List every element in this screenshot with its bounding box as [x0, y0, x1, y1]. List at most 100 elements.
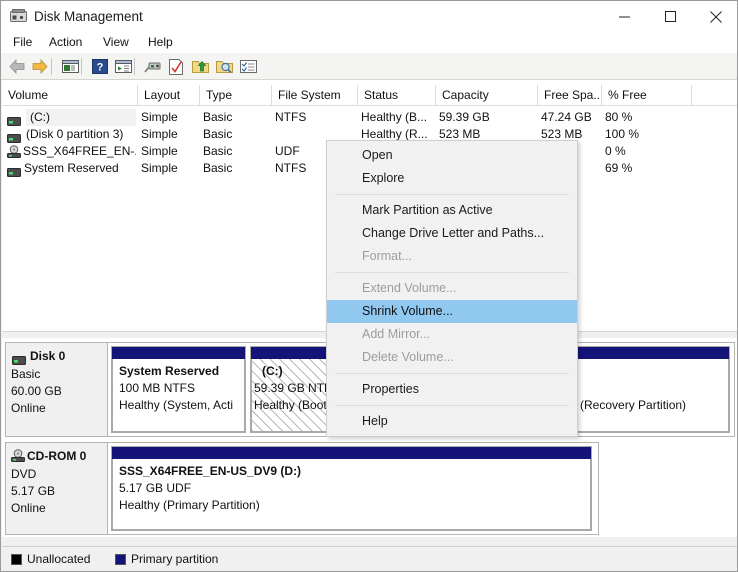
column-header-spacer[interactable]: [692, 85, 737, 105]
partition-status: Healthy (Primary Partition): [119, 498, 260, 512]
legend-bar: Unallocated Primary partition: [2, 546, 737, 571]
help-icon[interactable]: ?: [89, 56, 111, 77]
menu-item-mark-partition-as-active[interactable]: Mark Partition as Active: [327, 199, 577, 222]
menu-item-explore[interactable]: Explore: [327, 167, 577, 190]
disk-info-disk-0[interactable]: Disk 0 Basic 60.00 GB Online: [5, 342, 108, 437]
disk-info-cdrom-0[interactable]: CD-ROM 0 DVD 5.17 GB Online: [5, 442, 108, 535]
disk-type: Basic: [11, 367, 41, 381]
cdrom-icon: [11, 449, 25, 462]
partition-system-reserved[interactable]: System Reserved 100 MB NTFS Healthy (Sys…: [111, 346, 246, 433]
toolbar: ?: [1, 53, 737, 80]
column-header-type[interactable]: Type: [200, 85, 272, 105]
partition-dvd-drive[interactable]: SSS_X64FREE_EN-US_DV9 (D:) 5.17 GB UDF H…: [111, 446, 592, 531]
disk-icon: [12, 352, 26, 365]
menu-action[interactable]: Action: [43, 34, 88, 51]
menu-item-delete-volume: Delete Volume...: [362, 350, 454, 364]
column-header-volume[interactable]: Volume: [2, 85, 138, 105]
disk-type: DVD: [11, 467, 37, 481]
menu-item-change-drive-letter[interactable]: Change Drive Letter and Paths...: [327, 222, 577, 245]
forward-arrow-icon[interactable]: [29, 56, 51, 77]
export-list-icon[interactable]: [189, 56, 211, 77]
disk-size: 5.17 GB: [11, 484, 56, 498]
column-header-file-system[interactable]: File System: [272, 85, 358, 105]
cell-type: Basic: [203, 144, 233, 158]
column-header-free-space[interactable]: Free Spa...: [538, 85, 602, 105]
cdrom-0-partitions: SSS_X64FREE_EN-US_DV9 (D:) 5.17 GB UDF H…: [108, 442, 599, 535]
menu-item-format: Format...: [362, 249, 413, 263]
window-title: Disk Management: [34, 9, 143, 24]
disk-status: Online: [11, 501, 46, 515]
partition-body: MB lthy (Recovery Partition): [555, 359, 729, 432]
disk-status: Online: [11, 401, 46, 415]
cell-capacity: 59.39 GB: [439, 110, 490, 124]
partition-recovery[interactable]: MB lthy (Recovery Partition): [554, 346, 730, 433]
menu-separator: [335, 373, 569, 374]
disk-name: Disk 0: [30, 349, 66, 363]
close-button[interactable]: [693, 1, 737, 32]
partition-name: (C:): [262, 364, 283, 378]
column-header-capacity[interactable]: Capacity: [436, 85, 538, 105]
cell-type: Basic: [203, 127, 233, 141]
column-header-layout[interactable]: Layout: [138, 85, 200, 105]
show-task-pad-icon[interactable]: [237, 56, 259, 77]
partition-status: Healthy (System, Acti: [119, 398, 234, 412]
properties-icon[interactable]: [165, 56, 187, 77]
show-hide-console-tree-icon[interactable]: [112, 56, 134, 77]
table-row[interactable]: (C:) Simple Basic NTFS Healthy (B... 59.…: [2, 109, 737, 126]
cell-layout: Simple: [141, 110, 178, 124]
partition-body: SSS_X64FREE_EN-US_DV9 (D:) 5.17 GB UDF H…: [112, 459, 591, 530]
cdrom-icon: [7, 145, 21, 158]
menu-separator: [335, 194, 569, 195]
menu-item-add-mirror: Add Mirror...: [362, 327, 431, 341]
menu-view[interactable]: View: [97, 34, 135, 51]
disk-management-icon: [10, 9, 27, 24]
menu-item-extend-volume: Extend Volume...: [362, 281, 457, 295]
partition-color-bar: [555, 347, 729, 359]
menu-file[interactable]: File: [7, 34, 38, 51]
volume-icon: [7, 130, 21, 143]
legend-swatch-unallocated: [11, 554, 22, 565]
toolbar-separator: [134, 58, 135, 75]
disk-name: CD-ROM 0: [27, 449, 87, 463]
legend-swatch-primary-partition: [115, 554, 126, 565]
menu-separator: [335, 405, 569, 406]
partition-name: System Reserved: [119, 364, 220, 378]
rescan-disks-icon[interactable]: [142, 56, 164, 77]
cell-percent-free: 80 %: [605, 110, 633, 124]
maximize-button[interactable]: [647, 1, 693, 32]
cell-status: Healthy (B...: [361, 110, 428, 124]
legend-label-primary-partition: Primary partition: [131, 552, 219, 566]
menu-item-help[interactable]: Help: [327, 410, 577, 433]
partition-size-fs: 5.17 GB UDF: [119, 481, 192, 495]
cell-layout: Simple: [141, 127, 178, 141]
context-menu: Open Explore Mark Partition as Active Ch…: [326, 140, 578, 437]
cell-free-space: 47.24 GB: [541, 110, 592, 124]
menu-help[interactable]: Help: [142, 34, 179, 51]
cell-percent-free: 69 %: [605, 161, 633, 175]
partition-body: System Reserved 100 MB NTFS Healthy (Sys…: [112, 359, 245, 432]
column-header-status[interactable]: Status: [358, 85, 436, 105]
up-one-level-icon[interactable]: [59, 56, 81, 77]
cell-volume: (Disk 0 partition 3): [26, 127, 124, 141]
minimize-button[interactable]: [601, 1, 647, 32]
cell-volume: System Reserved: [24, 161, 119, 175]
cell-volume: (C:): [30, 110, 50, 124]
column-header-percent-free[interactable]: % Free: [602, 85, 692, 105]
volume-list-header: Volume Layout Type File System Status Ca…: [2, 85, 737, 106]
menu-separator: [335, 272, 569, 273]
volume-icon: [7, 113, 21, 126]
back-arrow-icon[interactable]: [6, 56, 28, 77]
cell-percent-free: 100 %: [605, 127, 640, 141]
disk-size: 60.00 GB: [11, 384, 62, 398]
cell-file-system: NTFS: [275, 110, 307, 124]
partition-color-bar: [112, 347, 245, 359]
menu-item-open[interactable]: Open: [327, 144, 577, 167]
menu-item-properties[interactable]: Properties: [327, 378, 577, 401]
cell-layout: Simple: [141, 161, 178, 175]
search-icon[interactable]: [213, 56, 235, 77]
volume-icon: [7, 164, 21, 177]
cell-type: Basic: [203, 110, 233, 124]
cell-percent-free: 0 %: [605, 144, 626, 158]
menu-item-shrink-volume[interactable]: Shrink Volume...: [327, 300, 577, 323]
menu-bar: File Action View Help: [1, 32, 737, 53]
